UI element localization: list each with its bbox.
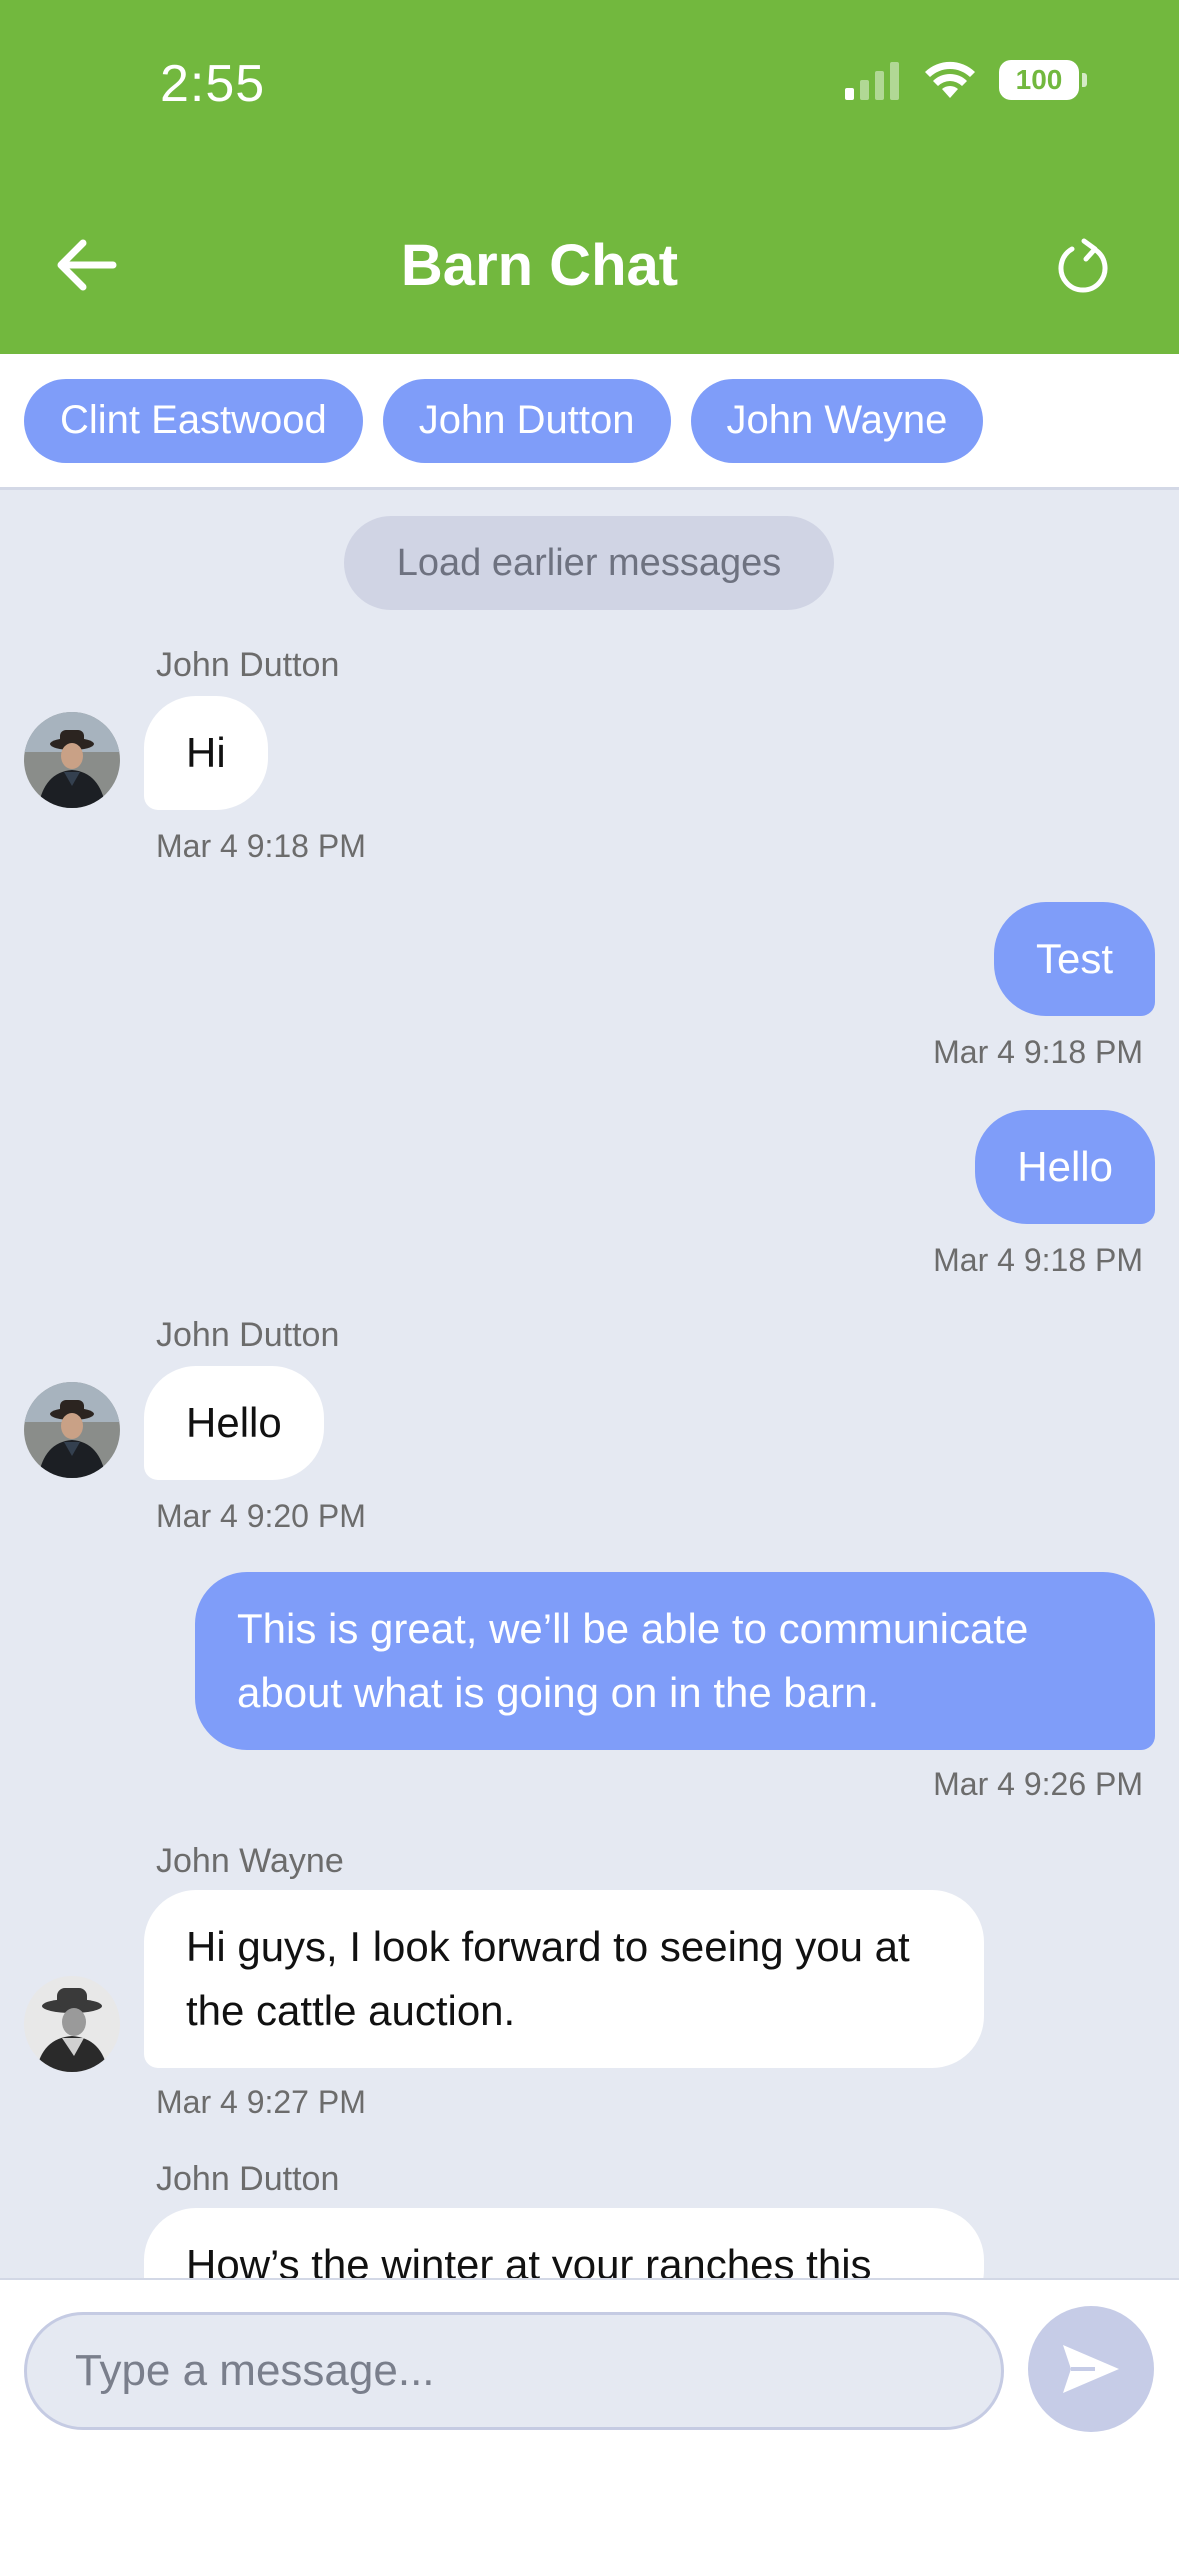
message-composer [0,2278,1179,2556]
participant-chip[interactable]: Clint Eastwood [24,378,363,463]
avatar-john-wayne-icon [24,1976,120,2072]
message-sender: John Dutton [156,646,340,684]
message-bubble[interactable]: Hi [144,696,268,810]
avatar[interactable] [24,712,120,808]
send-button[interactable] [1028,2306,1154,2432]
chat-messages[interactable]: Load earlier messages John Dutton Hi Mar… [0,490,1179,2278]
refresh-button[interactable] [1049,232,1119,302]
participant-chips: Clint Eastwood John Dutton John Wayne [0,354,1179,490]
refresh-icon [1058,238,1108,293]
message-bubble[interactable]: How’s the winter at your ranches this [144,2208,984,2278]
message-sender: John Wayne [156,1842,344,1880]
message-timestamp: Mar 4 9:18 PM [933,1242,1143,1278]
message-bubble[interactable]: Test [993,902,1155,1016]
message-timestamp: Mar 4 9:26 PM [933,1766,1143,1802]
app-header: 2:55 100 Barn Chat [0,0,1179,354]
avatar[interactable] [24,1976,120,2072]
avatar[interactable] [24,1382,120,1478]
load-earlier-button[interactable]: Load earlier messages [344,516,834,610]
participant-chip[interactable]: John Wayne [690,378,984,463]
message-input[interactable] [24,2312,1004,2430]
page-title-text: Barn Chat [400,233,679,298]
wifi-icon [925,61,975,98]
message-timestamp: Mar 4 9:20 PM [156,1498,366,1534]
message-sender: John Dutton [156,2160,340,2198]
signal-icon [845,62,899,100]
message-timestamp: Mar 4 9:18 PM [156,828,366,864]
send-icon [1063,2345,1119,2393]
avatar-john-dutton-icon [24,712,120,808]
message-bubble[interactable]: Hello [144,1366,324,1480]
page-title: Barn Chat [0,232,1179,299]
message-timestamp: Mar 4 9:27 PM [156,2084,366,2120]
avatar-john-dutton-icon [24,1382,120,1478]
message-timestamp: Mar 4 9:18 PM [933,1034,1143,1070]
message-sender: John Dutton [156,1316,340,1354]
message-bubble[interactable]: This is great, we’ll be able to communic… [195,1572,1155,1750]
status-time: 2:55 [160,55,266,113]
battery-icon: 100 [999,60,1087,100]
message-bubble[interactable]: Hello [975,1110,1155,1224]
participant-chip[interactable]: John Dutton [382,378,671,463]
status-icons: 100 [843,60,1087,100]
message-bubble[interactable]: Hi guys, I look forward to seeing you at… [144,1890,984,2068]
